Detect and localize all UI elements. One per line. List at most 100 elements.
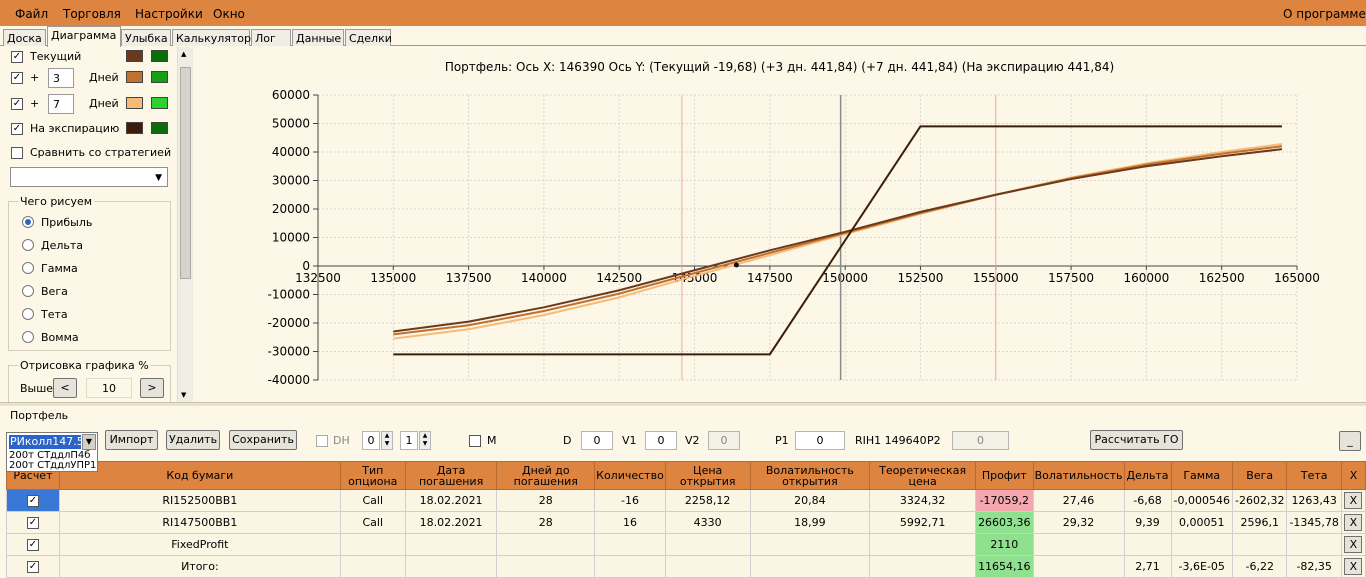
current-color-swatch-2[interactable] bbox=[151, 50, 168, 62]
cell-gamma[interactable]: -0,000546 bbox=[1170, 489, 1233, 512]
col-type[interactable]: Тип опциона bbox=[339, 461, 406, 490]
menu-window[interactable]: Окно bbox=[213, 7, 245, 21]
col-qty[interactable]: Количество bbox=[594, 461, 666, 490]
cell-days[interactable]: 28 bbox=[496, 511, 596, 534]
m-checkbox[interactable] bbox=[469, 435, 481, 447]
cell-delta[interactable] bbox=[1123, 533, 1172, 556]
cell-type[interactable]: Call bbox=[339, 511, 406, 534]
cell-price[interactable] bbox=[664, 533, 751, 556]
col-theo[interactable]: Теоретическая цена bbox=[869, 461, 977, 490]
cell-open-vol[interactable]: 20,84 bbox=[749, 489, 871, 512]
cell-qty[interactable]: -16 bbox=[594, 489, 666, 512]
calc-checkbox-cell[interactable]: ✓ bbox=[6, 555, 60, 578]
expiration-color-swatch[interactable] bbox=[126, 122, 143, 134]
cell-theta[interactable]: -1345,78 bbox=[1286, 511, 1342, 534]
col-date[interactable]: Дата погашения bbox=[404, 461, 498, 490]
expiration-checkbox[interactable]: ✓ bbox=[11, 123, 23, 135]
table-row[interactable]: ✓ RI152500BB1 Call 18.02.2021 28 -16 225… bbox=[6, 489, 1366, 512]
decrease-button[interactable]: < bbox=[53, 378, 77, 398]
cell-gamma[interactable]: -3,6E-05 bbox=[1170, 555, 1233, 578]
cell-delta[interactable]: -6,68 bbox=[1123, 489, 1172, 512]
cell-theo[interactable]: 3324,32 bbox=[869, 489, 977, 512]
cell-open-vol[interactable] bbox=[749, 555, 871, 578]
cell-vol[interactable]: 27,46 bbox=[1032, 489, 1125, 512]
col-open-vol[interactable]: Волатильность открытия bbox=[749, 461, 871, 490]
spin1-stepper[interactable]: ▲ ▼ bbox=[381, 431, 393, 450]
cell-vega[interactable]: -2602,32 bbox=[1231, 489, 1288, 512]
cell-code[interactable]: RI152500BB1 bbox=[58, 489, 341, 512]
calc-checkbox[interactable]: ✓ bbox=[26, 539, 39, 551]
radio-theta[interactable] bbox=[22, 308, 34, 320]
tab-trades[interactable]: Сделки bbox=[345, 29, 392, 46]
cell-days[interactable] bbox=[496, 533, 596, 556]
cell-type[interactable] bbox=[339, 533, 406, 556]
save-button[interactable]: Сохранить bbox=[229, 430, 297, 450]
compare-checkbox[interactable] bbox=[11, 147, 23, 159]
cell-vega[interactable]: -6,22 bbox=[1231, 555, 1288, 578]
cell-profit[interactable]: 26603,36 bbox=[975, 511, 1034, 534]
radio-gamma[interactable] bbox=[22, 262, 34, 274]
p2-input[interactable]: 0 bbox=[952, 431, 1009, 450]
remove-row-button[interactable]: X bbox=[1344, 558, 1363, 575]
spin1-input[interactable]: 0 bbox=[362, 431, 380, 450]
spin2-input[interactable]: 1 bbox=[400, 431, 418, 450]
strategy-select[interactable]: ▼ bbox=[10, 167, 168, 187]
cell-vol[interactable] bbox=[1032, 555, 1125, 578]
calc-checkbox-cell[interactable]: ✓ bbox=[6, 511, 60, 534]
p1-input[interactable]: 0 bbox=[795, 431, 845, 450]
col-price[interactable]: Цена открытия bbox=[664, 461, 751, 490]
cell-days[interactable] bbox=[496, 555, 596, 578]
left-scrollbar[interactable]: ▲ ▼ bbox=[177, 47, 193, 402]
cell-days[interactable]: 28 bbox=[496, 489, 596, 512]
increase-button[interactable]: > bbox=[140, 378, 164, 398]
cell-qty[interactable] bbox=[594, 555, 666, 578]
cell-vega[interactable]: 2596,1 bbox=[1231, 511, 1288, 534]
scroll-up-icon[interactable]: ▲ bbox=[181, 50, 186, 58]
cell-date[interactable] bbox=[404, 555, 498, 578]
menu-settings[interactable]: Настройки bbox=[135, 7, 203, 21]
col-vol[interactable]: Волатильность bbox=[1032, 461, 1125, 490]
cell-qty[interactable]: 16 bbox=[594, 511, 666, 534]
spin2-stepper[interactable]: ▲ ▼ bbox=[419, 431, 431, 450]
calc-checkbox[interactable]: ✓ bbox=[26, 561, 39, 573]
minimize-button[interactable]: _ bbox=[1339, 431, 1361, 451]
cell-gamma[interactable] bbox=[1170, 533, 1233, 556]
cell-date[interactable]: 18.02.2021 bbox=[404, 489, 498, 512]
tab-diagram[interactable]: Диаграмма bbox=[47, 26, 121, 47]
current-color-swatch[interactable] bbox=[126, 50, 143, 62]
d-input[interactable]: 0 bbox=[581, 431, 613, 450]
cell-vol[interactable]: 29,32 bbox=[1032, 511, 1125, 534]
radio-vega[interactable] bbox=[22, 285, 34, 297]
cell-theo[interactable] bbox=[869, 555, 977, 578]
calc-checkbox-cell[interactable]: ✓ bbox=[6, 489, 60, 512]
calc-checkbox[interactable]: ✓ bbox=[26, 517, 39, 529]
menu-file[interactable]: Файл bbox=[15, 7, 48, 21]
radio-profit[interactable] bbox=[22, 216, 34, 228]
delete-button[interactable]: Удалить bbox=[166, 430, 220, 450]
col-gamma[interactable]: Гамма bbox=[1170, 461, 1233, 490]
expiration-color-swatch-2[interactable] bbox=[151, 122, 168, 134]
dh-checkbox[interactable] bbox=[316, 435, 328, 447]
cell-qty[interactable] bbox=[594, 533, 666, 556]
plus3-color-swatch[interactable] bbox=[126, 71, 143, 83]
col-code[interactable]: Код бумаги bbox=[58, 461, 341, 490]
cell-vega[interactable] bbox=[1231, 533, 1288, 556]
calc-checkbox-cell[interactable]: ✓ bbox=[6, 533, 60, 556]
scroll-thumb[interactable] bbox=[180, 67, 191, 279]
col-theta[interactable]: Тета bbox=[1286, 461, 1342, 490]
cell-theta[interactable]: 1263,43 bbox=[1286, 489, 1342, 512]
scroll-down-icon[interactable]: ▼ bbox=[181, 391, 186, 399]
v1-input[interactable]: 0 bbox=[645, 431, 677, 450]
cell-delta[interactable]: 9,39 bbox=[1123, 511, 1172, 534]
days-input-2[interactable]: 7 bbox=[48, 94, 74, 114]
cell-code[interactable]: FixedProfit bbox=[58, 533, 341, 556]
plus7-color-swatch-2[interactable] bbox=[151, 97, 168, 109]
col-vega[interactable]: Вега bbox=[1231, 461, 1288, 490]
remove-row-button[interactable]: X bbox=[1344, 514, 1363, 531]
cell-price[interactable]: 4330 bbox=[664, 511, 751, 534]
cell-type[interactable] bbox=[339, 555, 406, 578]
menu-about[interactable]: О программе bbox=[1283, 7, 1366, 21]
cell-open-vol[interactable]: 18,99 bbox=[749, 511, 871, 534]
menu-trade[interactable]: Торговля bbox=[63, 7, 121, 21]
plus3-color-swatch-2[interactable] bbox=[151, 71, 168, 83]
